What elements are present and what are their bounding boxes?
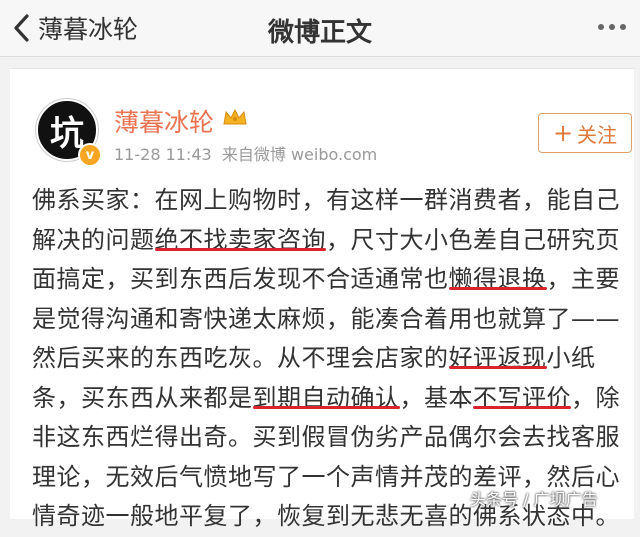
underlined-phrase: 好评返现	[448, 344, 547, 372]
post-text-line: 是觉得沟通和寄快递太麻烦，能凑合着用也就算了——	[32, 300, 636, 340]
post-timestamp: 11-28 11:43	[114, 145, 212, 164]
post-meta: 11-28 11:43 来自微博 weibo.com	[114, 141, 377, 165]
post-text-line: 解决的问题绝不找卖家咨询，尺寸大小色差自己研究页	[32, 221, 636, 261]
more-options-icon[interactable]	[598, 24, 626, 30]
plus-icon: +	[552, 119, 574, 147]
follow-button[interactable]: + 关注	[538, 113, 632, 153]
text-segment: ，基本	[399, 383, 473, 412]
post-source: 来自微博 weibo.com	[221, 145, 378, 164]
post-text-line: 条，买东西从来都是到期自动确认，基本不写评价，除	[32, 379, 636, 419]
watermark: 头条号 / 广坝广告	[470, 490, 598, 509]
underlined-phrase: 绝不找卖家咨询	[154, 225, 326, 254]
text-segment: 然后买来的东西吃灰。从不理会店家的	[32, 344, 449, 372]
username[interactable]: 薄暮冰轮	[114, 103, 214, 139]
page-title: 微博正文	[267, 18, 372, 48]
post-text-line: 佛系买家：在网上购物时，有这样一群消费者，能自己	[32, 181, 636, 221]
post-text-line: 非这东西烂得出奇。买到假冒伪劣产品偶尔会去找客服	[32, 418, 636, 458]
text-segment: 面搞定，买到东西后发现不合适通常也	[32, 265, 449, 293]
follow-label: 关注	[577, 122, 618, 147]
text-segment: 小纸	[546, 344, 596, 372]
nav-bar: 薄暮冰轮 微博正文	[0, 0, 640, 57]
text-segment: ，除	[571, 383, 620, 412]
text-segment: 条，买东西从来都是	[32, 383, 253, 412]
post-text-line: 面搞定，买到东西后发现不合适通常也懒得退换，主要	[32, 260, 636, 300]
text-segment: 非这东西烂得出奇。买到假冒伪劣产品偶尔会去找客服	[32, 423, 620, 451]
post-card: 坑 v 薄暮冰轮 11-28 11:43 来自微博 weibo.com + 关注…	[10, 68, 634, 530]
text-segment: 是觉得沟通和寄快递太麻烦，能凑合着用也就算了——	[32, 304, 620, 333]
underlined-phrase: 懒得退换	[448, 265, 547, 293]
text-segment: 解决的问题	[32, 225, 155, 254]
underlined-phrase: 到期自动确认	[252, 383, 400, 412]
post-text: 佛系买家：在网上购物时，有这样一群消费者，能自己 解决的问题绝不找卖家咨询，尺寸大…	[32, 181, 636, 537]
crown-icon	[223, 108, 247, 125]
verified-badge-icon: v	[78, 143, 102, 167]
text-segment: 佛系买家：在网上购物时，有这样一群消费者，能自己	[32, 186, 620, 214]
underlined-phrase: 不写评价	[473, 383, 571, 412]
text-segment: ，尺寸大小色差自己研究页	[326, 225, 620, 254]
post-text-line: 然后买来的东西吃灰。从不理会店家的好评返现小纸	[32, 339, 636, 379]
text-segment: ，主要	[546, 265, 620, 293]
